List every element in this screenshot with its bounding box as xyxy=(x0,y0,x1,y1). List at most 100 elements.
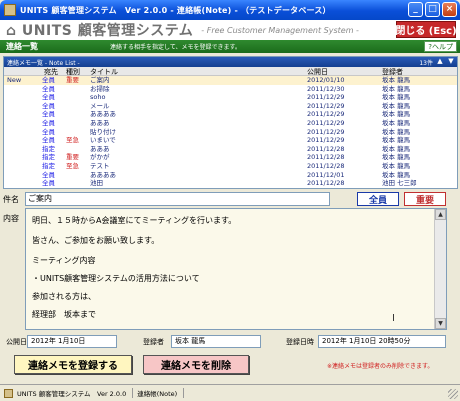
row-date: 2012/01/10 xyxy=(307,76,345,84)
note-row[interactable]: 全員 至急 いまいで 2011/12/29 坂本 龍馬 xyxy=(4,136,457,145)
app-header: ⌂ UNITS 顧客管理システム - Free Customer Managem… xyxy=(0,20,460,40)
note-row[interactable]: 全員 お掃除 2011/12/30 坂本 龍馬 xyxy=(4,85,457,94)
row-recipient: 全員 xyxy=(42,136,55,145)
note-row[interactable]: 指定 至急 テスト 2011/12/28 坂本 龍馬 xyxy=(4,162,457,171)
content-textarea[interactable]: 明日、１５時からA会議室にてミーティングを行います。 皆さん、ご参加をお願い致し… xyxy=(25,208,447,330)
registered-at-label: 登録日時 xyxy=(286,338,314,346)
logo-text: UNITS 顧客管理システム xyxy=(21,23,194,39)
row-title: 池田 xyxy=(90,179,103,188)
note-list: 連絡メモ一覧 - Note List - 13件 ▲ ▼ 宛先 種別 タイトル … xyxy=(3,56,458,189)
row-date: 2011/12/29 xyxy=(307,127,345,136)
row-author: 池田 七三郎 xyxy=(382,179,417,188)
content-line: 明日、１５時からA会議室にてミーティングを行います。 xyxy=(32,216,237,225)
app-window: UNITS 顧客管理システム Ver 2.0.0 - 連絡帳(Note) - （… xyxy=(0,0,460,401)
note-list-title: 連絡メモ一覧 - Note List - xyxy=(7,59,80,67)
row-author: 坂本 龍馬 xyxy=(382,127,411,136)
row-title: ご案内 xyxy=(90,76,110,84)
row-type: 至急 xyxy=(66,136,79,145)
scroll-down-arrow-icon[interactable]: ▼ xyxy=(435,318,446,329)
row-recipient: 全員 xyxy=(42,76,55,84)
delete-warning: ※連絡メモは登録者のみ削除できます。 xyxy=(327,363,434,370)
row-title: 貼り付け xyxy=(90,127,116,136)
content-label: 内容 xyxy=(3,214,19,223)
help-label: ヘルプ xyxy=(432,42,453,51)
help-button[interactable]: ? ヘルプ xyxy=(424,41,457,52)
row-title: ああああ xyxy=(90,170,116,179)
register-note-button[interactable]: 連絡メモを登録する xyxy=(14,355,132,374)
minimize-button[interactable]: _ xyxy=(408,2,423,17)
registrant-field: 坂本 龍馬 xyxy=(171,335,261,348)
subject-input[interactable]: ご案内 xyxy=(25,192,330,206)
close-esc-button[interactable]: 閉じる (Esc) xyxy=(395,21,457,38)
content-scrollbar[interactable]: ▲ ▼ xyxy=(434,209,446,329)
row-date: 2011/12/28 xyxy=(307,161,345,170)
row-recipient: 指定 xyxy=(42,153,55,162)
row-author: 坂本 龍馬 xyxy=(382,136,411,145)
row-author: 坂本 龍馬 xyxy=(382,76,411,84)
row-type: 至急 xyxy=(66,161,79,170)
row-title: soho xyxy=(90,93,106,102)
row-recipient: 全員 xyxy=(42,127,55,136)
action-row: 連絡メモを登録する 連絡メモを削除 ※連絡メモは登録者のみ削除できます。 xyxy=(0,354,460,376)
row-date: 2011/12/01 xyxy=(307,170,345,179)
scroll-up-icon[interactable]: ▲ xyxy=(435,57,445,65)
row-type: 重要 xyxy=(66,153,79,162)
delete-note-button[interactable]: 連絡メモを削除 xyxy=(143,355,249,374)
row-title: お掃除 xyxy=(90,84,110,93)
row-author: 坂本 龍馬 xyxy=(382,153,411,162)
text-cursor-icon: I xyxy=(392,313,395,324)
row-date: 2011/12/28 xyxy=(307,144,345,153)
registrant-label: 登録者 xyxy=(143,338,164,346)
note-row[interactable]: 全員 池田 2011/12/28 池田 七三郎 xyxy=(4,179,457,188)
row-date: 2011/12/29 xyxy=(307,136,345,145)
row-author: 坂本 龍馬 xyxy=(382,161,411,170)
row-author: 坂本 龍馬 xyxy=(382,93,411,102)
recipient-all-button[interactable]: 全員 xyxy=(357,192,399,206)
content-line: ミーティング内容 xyxy=(32,256,96,265)
row-recipient: 全員 xyxy=(42,118,55,127)
section-title: 連絡一覧 xyxy=(6,42,38,51)
status-bar: UNITS 顧客管理システム Ver 2.0.0 連絡帳(Note) xyxy=(0,384,460,401)
row-title: テスト xyxy=(90,161,110,170)
row-recipient: 全員 xyxy=(42,84,55,93)
maximize-button[interactable]: □ xyxy=(425,2,440,17)
scroll-down-icon[interactable]: ▼ xyxy=(446,57,456,65)
publish-date-field[interactable]: 2012年 1月10日 xyxy=(27,335,117,348)
content-line: ・UNITS顧客管理システムの活用方法について xyxy=(32,274,200,283)
row-recipient: 指定 xyxy=(42,161,55,170)
note-row[interactable]: 全員 ああああ 2011/12/01 坂本 龍馬 xyxy=(4,171,457,180)
row-date: 2011/12/29 xyxy=(307,118,345,127)
content-line: 皆さん、ご参加をお願い致します。 xyxy=(32,236,160,245)
note-row[interactable]: New 全員 重要 ご案内 2012/01/10 坂本 龍馬 xyxy=(4,76,457,85)
row-recipient: 全員 xyxy=(42,179,55,188)
content-line: 経理部 坂本まで xyxy=(32,310,96,319)
window-controls: _ □ × xyxy=(408,2,457,17)
note-row[interactable]: 全員 ああああ 2011/12/29 坂本 龍馬 xyxy=(4,110,457,119)
app-subtitle: - Free Customer Management System - xyxy=(201,25,359,35)
close-window-button[interactable]: × xyxy=(442,2,457,17)
status-app: UNITS 顧客管理システム Ver 2.0.0 xyxy=(17,388,134,398)
note-row[interactable]: 指定 重要 がかが 2011/12/28 坂本 龍馬 xyxy=(4,153,457,162)
subject-row: 件名 ご案内 全員 重要 xyxy=(0,192,460,206)
scroll-up-arrow-icon[interactable]: ▲ xyxy=(435,209,446,220)
window-title: UNITS 顧客管理システム Ver 2.0.0 - 連絡帳(Note) - （… xyxy=(20,5,331,15)
app-icon xyxy=(4,4,16,16)
note-row[interactable]: 全員 あああ 2011/12/29 坂本 龍馬 xyxy=(4,119,457,128)
note-row[interactable]: 全員 貼り付け 2011/12/29 坂本 龍馬 xyxy=(4,128,457,137)
column-headers: 宛先 種別 タイトル 公開日 登録者 xyxy=(4,67,457,76)
note-list-header: 連絡メモ一覧 - Note List - 13件 ▲ ▼ xyxy=(4,57,457,67)
row-author: 坂本 龍馬 xyxy=(382,170,411,179)
resize-grip-icon[interactable] xyxy=(448,389,458,399)
app-logo: ⌂ UNITS 顧客管理システム xyxy=(6,20,193,40)
note-row[interactable]: 全員 soho 2011/12/29 坂本 龍馬 xyxy=(4,93,457,102)
section-bar: 連絡一覧 連絡する相手を指定して、メモを登録できます。 ? ヘルプ xyxy=(0,40,460,53)
row-author: 坂本 龍馬 xyxy=(382,84,411,93)
subject-label: 件名 xyxy=(3,194,19,204)
row-title: がかが xyxy=(90,153,110,162)
priority-important-button[interactable]: 重要 xyxy=(404,192,446,206)
registered-at-field: 2012年 1月10日 20時50分 xyxy=(318,335,446,348)
row-title: いまいで xyxy=(90,136,116,145)
note-count: 13件 xyxy=(419,60,433,67)
row-recipient: 全員 xyxy=(42,93,55,102)
row-date: 2011/12/29 xyxy=(307,101,345,110)
